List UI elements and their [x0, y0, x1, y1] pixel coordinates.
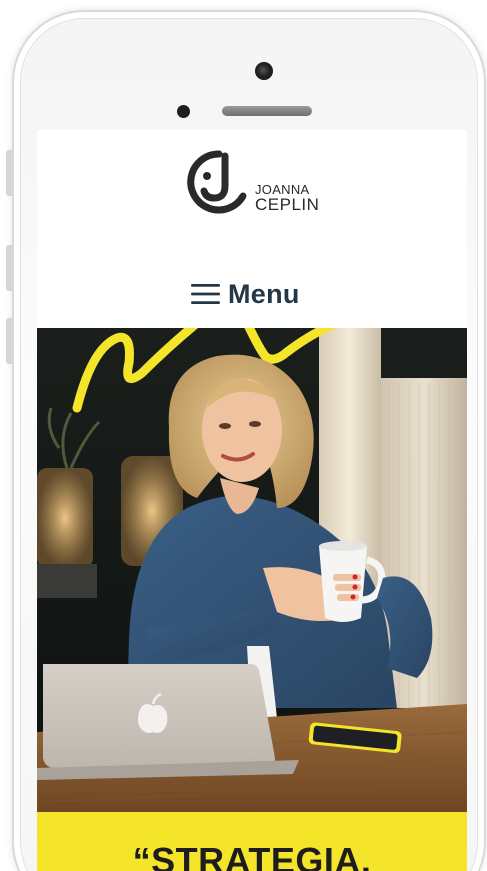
volume-down-button [6, 318, 12, 364]
earpiece-speaker [222, 106, 312, 116]
quote-banner: “STRATEGIA, [37, 812, 467, 871]
jc-smile-logo-icon [187, 150, 247, 214]
device-mockup: JOANNA CEPLIN Menu “STRATEGIA, [0, 0, 487, 871]
hamburger-icon [191, 284, 220, 304]
mute-switch [6, 150, 12, 196]
volume-up-button [6, 245, 12, 291]
menu-label: Menu [228, 278, 300, 309]
proximity-sensor [177, 105, 190, 118]
banner-headline: “STRATEGIA, [132, 840, 372, 871]
brand-last-name: CEPLIN [255, 195, 320, 214]
brand-name: JOANNA CEPLIN [255, 182, 320, 214]
phone-screen: JOANNA CEPLIN Menu “STRATEGIA, [37, 130, 467, 871]
menu-button[interactable]: Menu [191, 276, 300, 312]
front-camera [255, 62, 273, 80]
hero-photo [37, 328, 467, 812]
brand-logo[interactable]: JOANNA CEPLIN [37, 142, 467, 222]
hero-image [37, 328, 467, 812]
